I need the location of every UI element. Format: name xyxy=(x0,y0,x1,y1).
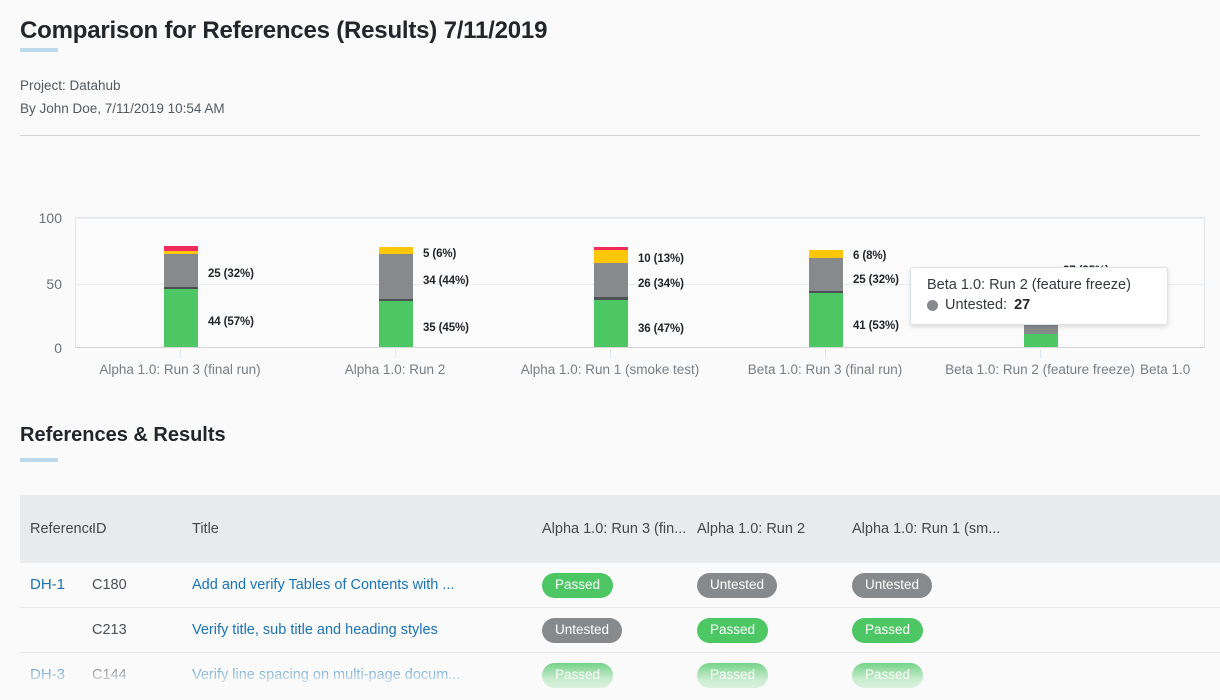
status-badge: Passed xyxy=(697,663,768,688)
x-axis-label: Beta 1.0 xyxy=(1140,360,1220,380)
bar-segment-blocked[interactable] xyxy=(809,250,843,258)
header-divider xyxy=(20,135,1200,136)
column-header-run-1[interactable]: Alpha 1.0: Run 3 (fin... xyxy=(542,521,697,537)
bar-segment-passed[interactable] xyxy=(379,301,413,347)
page-title: Comparison for References (Results) 7/11… xyxy=(20,17,547,45)
x-axis-tickmark xyxy=(825,349,826,358)
bar-segment-untested[interactable] xyxy=(594,263,628,297)
y-axis-tick-0: 0 xyxy=(18,340,62,356)
chart-tooltip: Beta 1.0: Run 2 (feature freeze) Unteste… xyxy=(910,267,1168,325)
table-header-row: References ID Title Alpha 1.0: Run 3 (fi… xyxy=(20,495,1220,563)
x-axis-label: Beta 1.0: Run 3 (final run) xyxy=(730,360,920,380)
stacked-bar[interactable] xyxy=(379,247,413,347)
status-badge: Untested xyxy=(542,618,622,643)
status-badge: Passed xyxy=(542,573,613,598)
y-axis-tick-50: 50 xyxy=(18,276,62,292)
case-title-link[interactable]: Verify title, sub title and heading styl… xyxy=(192,622,438,638)
case-id: C180 xyxy=(92,577,127,593)
bar-value-label: 35 (45%) xyxy=(423,322,469,334)
stacked-bar[interactable] xyxy=(809,250,843,347)
references-results-table: References ID Title Alpha 1.0: Run 3 (fi… xyxy=(20,495,1220,698)
column-header-id[interactable]: ID xyxy=(92,521,192,537)
status-badge: Untested xyxy=(697,573,777,598)
reference-link[interactable]: DH-3 xyxy=(30,666,65,683)
column-header-title[interactable]: Title xyxy=(192,521,542,537)
x-axis-label: Alpha 1.0: Run 1 (smoke test) xyxy=(515,360,705,380)
table-row[interactable]: C213 Verify title, sub title and heading… xyxy=(20,608,1220,653)
status-badge: Passed xyxy=(697,618,768,643)
table-row[interactable]: DH-3 C144 Verify line spacing on multi-p… xyxy=(20,653,1220,698)
gridline-100 xyxy=(76,218,1204,219)
table-row[interactable]: DH-1 C180 Add and verify Tables of Conte… xyxy=(20,563,1220,608)
section-title: References & Results xyxy=(20,424,226,447)
report-page: Comparison for References (Results) 7/11… xyxy=(0,0,1220,700)
bar-segment-untested[interactable] xyxy=(809,258,843,291)
bar-value-label: 44 (57%) xyxy=(208,316,254,328)
bar-value-label: 25 (32%) xyxy=(853,274,899,286)
tooltip-status-value: 27 xyxy=(1014,297,1030,313)
bar-segment-untested[interactable] xyxy=(379,254,413,299)
bar-value-label: 25 (32%) xyxy=(208,268,254,280)
bar-value-label: 41 (53%) xyxy=(853,320,899,332)
x-axis-tickmark xyxy=(395,349,396,358)
bar-value-label: 26 (34%) xyxy=(638,278,684,290)
status-badge: Passed xyxy=(852,618,923,643)
x-axis-tickmark xyxy=(180,349,181,358)
project-label: Project: Datahub xyxy=(20,78,121,93)
x-axis-tickmark xyxy=(1040,349,1041,358)
status-badge: Untested xyxy=(852,573,932,598)
tooltip-status-row: Untested: 27 xyxy=(927,297,1153,313)
x-axis-label: Alpha 1.0: Run 3 (final run) xyxy=(85,360,275,380)
bar-segment-passed[interactable] xyxy=(809,293,843,347)
bar-segment-untested[interactable] xyxy=(164,254,198,287)
bar-value-label: 6 (8%) xyxy=(853,250,886,262)
case-id: C213 xyxy=(92,622,127,638)
case-id: C144 xyxy=(92,667,127,683)
bar-value-label: 10 (13%) xyxy=(638,253,684,265)
reference-link[interactable]: DH-1 xyxy=(30,576,65,593)
bar-segment-blocked[interactable] xyxy=(594,250,628,263)
stacked-bar[interactable] xyxy=(594,247,628,347)
status-badge: Passed xyxy=(852,663,923,688)
tooltip-status-label: Untested: xyxy=(945,297,1007,313)
tooltip-title: Beta 1.0: Run 2 (feature freeze) xyxy=(927,277,1153,293)
x-axis-label: Beta 1.0: Run 2 (feature freeze) xyxy=(945,360,1135,380)
bar-value-label: 5 (6%) xyxy=(423,248,456,260)
untested-color-dot-icon xyxy=(927,300,938,311)
author-label: By John Doe, 7/11/2019 10:54 AM xyxy=(20,101,225,116)
column-header-run-2[interactable]: Alpha 1.0: Run 2 xyxy=(697,521,852,537)
column-header-references[interactable]: References xyxy=(20,521,92,537)
bar-segment-passed[interactable] xyxy=(1024,334,1058,347)
bar-segment-passed[interactable] xyxy=(164,289,198,347)
bar-segment-passed[interactable] xyxy=(594,300,628,347)
x-axis-label: Alpha 1.0: Run 2 xyxy=(300,360,490,380)
title-accent-rule xyxy=(20,48,58,52)
case-title-link[interactable]: Verify line spacing on multi-page docum.… xyxy=(192,667,460,683)
stacked-bar[interactable] xyxy=(164,246,198,347)
section-accent-rule xyxy=(20,458,58,462)
status-badge: Passed xyxy=(542,663,613,688)
x-axis-tickmark xyxy=(610,349,611,358)
bar-value-label: 36 (47%) xyxy=(638,323,684,335)
y-axis-tick-100: 100 xyxy=(18,210,62,226)
bar-value-label: 34 (44%) xyxy=(423,275,469,287)
column-header-run-3[interactable]: Alpha 1.0: Run 1 (sm... xyxy=(852,521,1007,537)
case-title-link[interactable]: Add and verify Tables of Contents with .… xyxy=(192,577,455,593)
